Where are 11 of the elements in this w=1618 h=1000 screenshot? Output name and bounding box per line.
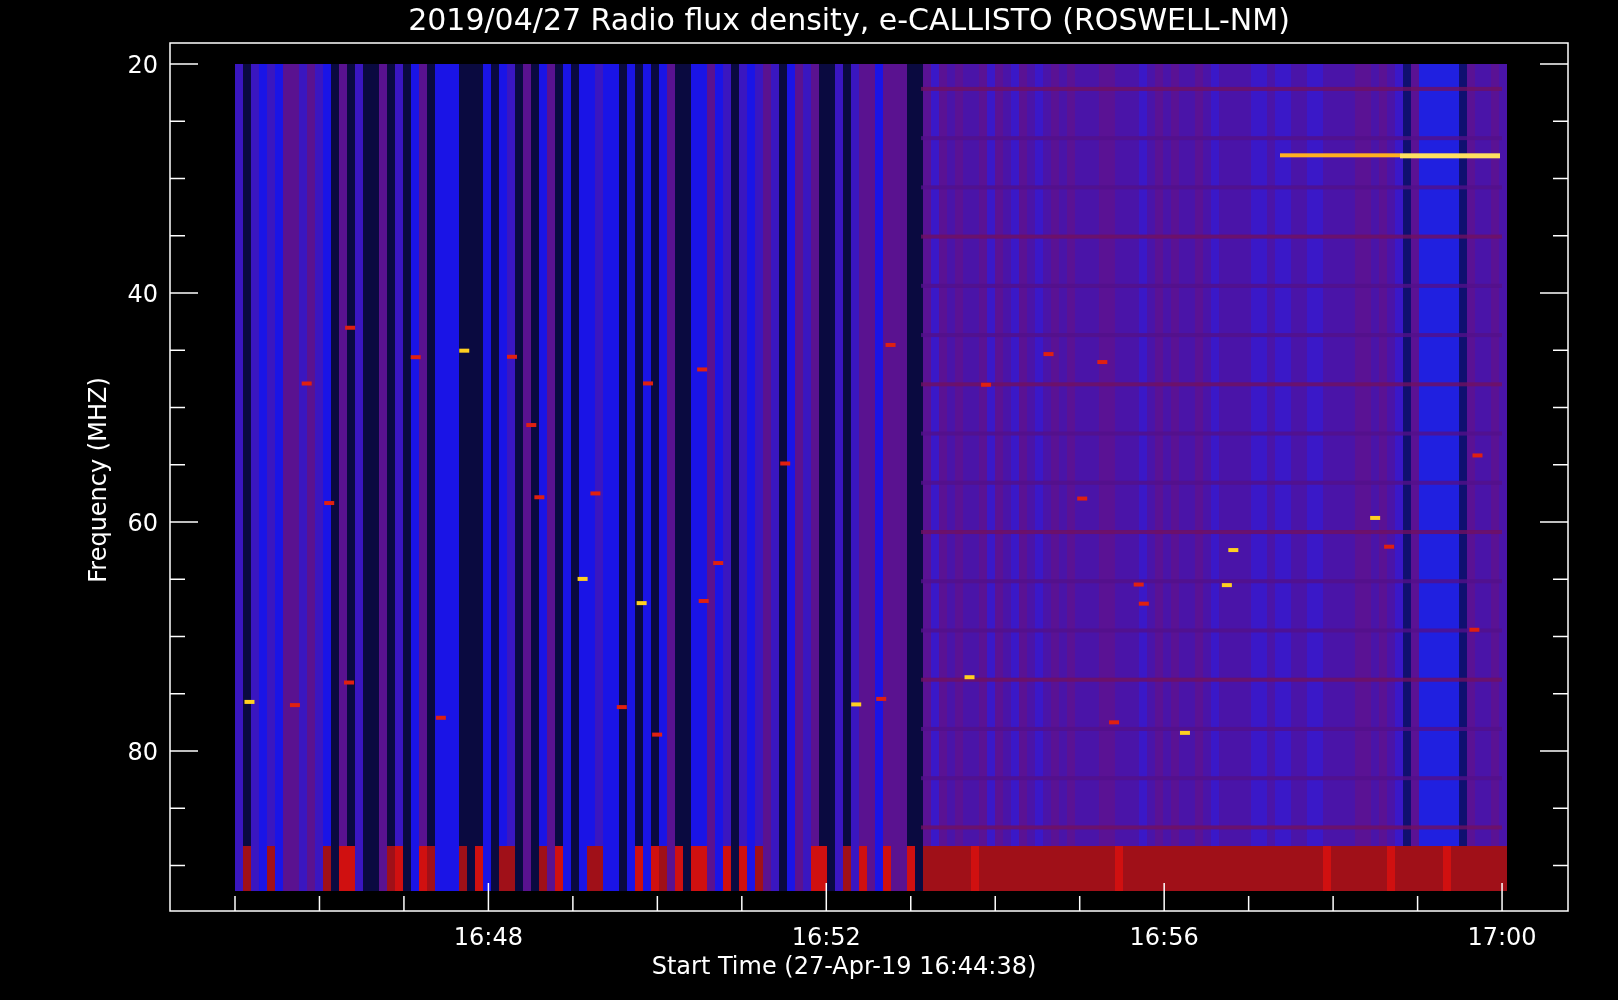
axis-tick-label: 20 [127, 51, 158, 79]
chart-title: 2019/04/27 Radio flux density, e-CALLISTO (ROSWELL-NM) [408, 2, 1290, 37]
axis-tick-label: 16:56 [1129, 923, 1199, 951]
axis-tick-label: 40 [127, 280, 158, 308]
axis-tick-label: 16:48 [453, 923, 523, 951]
axis-title: Start Time (27-Apr-19 16:44:38) [651, 952, 1037, 980]
axis-tick-label: 80 [127, 738, 158, 766]
axis-tick-label: 17:00 [1467, 923, 1537, 951]
axis-tick-label: 16:52 [791, 923, 861, 951]
axis-tick-label: 60 [127, 509, 158, 537]
axis-title: Frequency (MHZ) [84, 377, 112, 583]
